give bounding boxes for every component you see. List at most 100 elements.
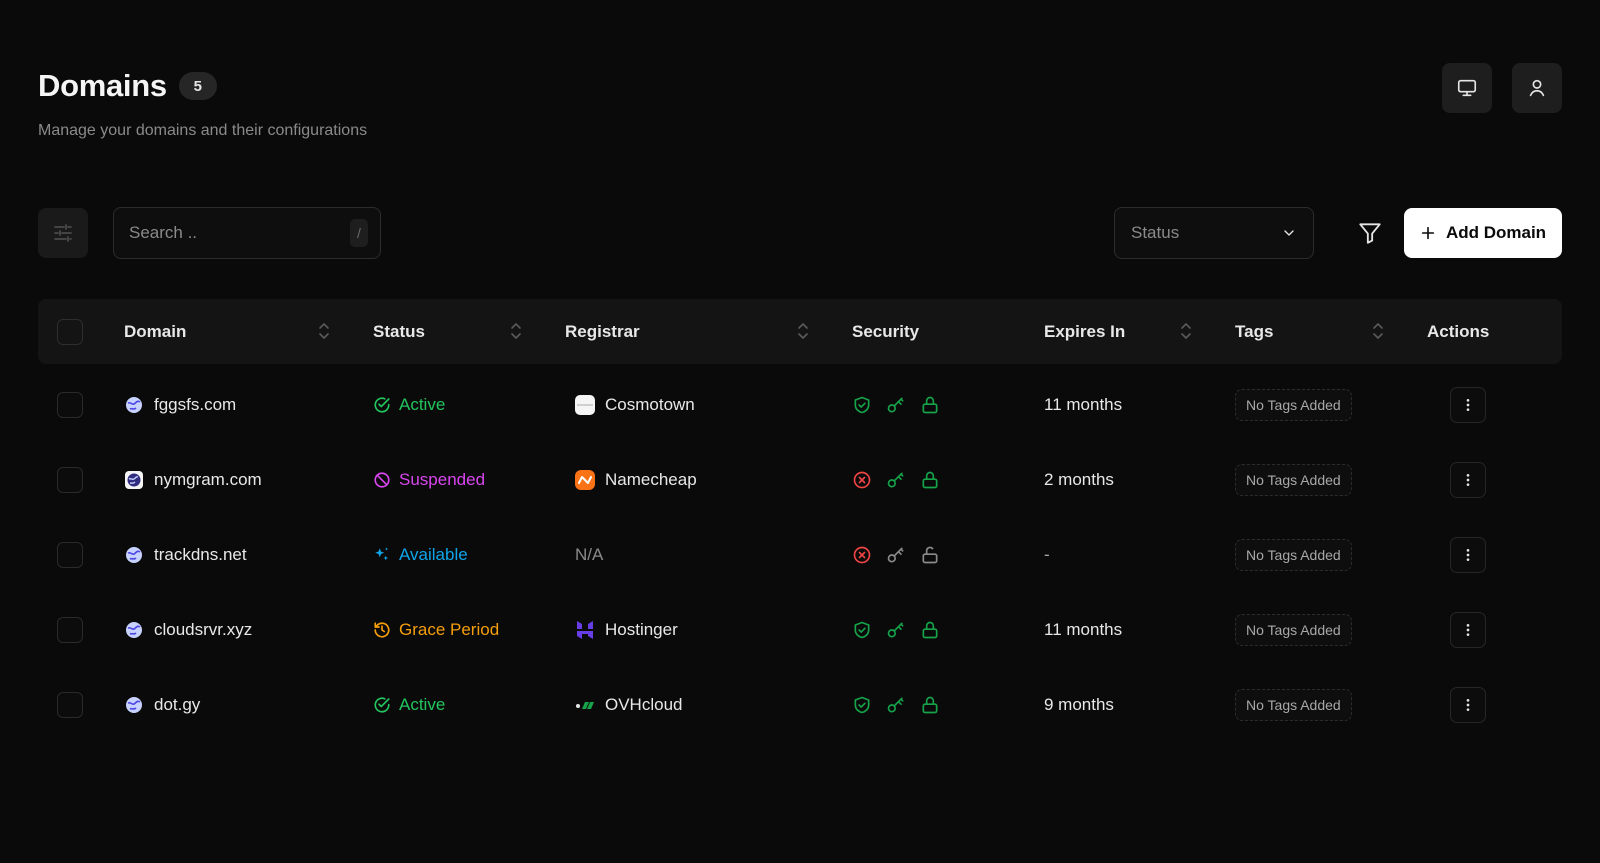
status-label: Active (399, 394, 446, 414)
more-vertical-icon (1466, 548, 1470, 561)
row-checkbox[interactable] (57, 616, 83, 643)
sort-icon[interactable] (1179, 321, 1193, 341)
more-vertical-icon (1466, 473, 1470, 486)
column-header-status[interactable]: Status (373, 299, 425, 364)
status-cell: Suspended (373, 442, 485, 517)
row-actions-button[interactable] (1450, 536, 1486, 573)
tags-pill[interactable]: No Tags Added (1235, 538, 1352, 571)
funnel-icon (1359, 223, 1381, 244)
actions-cell (1450, 517, 1486, 592)
lock-icon (922, 696, 938, 713)
select-all-checkbox[interactable] (57, 318, 83, 345)
globe-icon (124, 395, 144, 415)
view-settings-button[interactable] (38, 208, 88, 258)
filter-button[interactable] (1350, 213, 1390, 253)
registrar-cell: Hostinger (575, 592, 678, 667)
history-icon (373, 621, 391, 639)
namecheap-logo-icon (575, 469, 595, 490)
registrar-name: Cosmotown (605, 394, 695, 414)
domain-cell[interactable]: nymgram.com (124, 442, 262, 517)
check-circle-icon (373, 396, 391, 414)
tags-pill[interactable]: No Tags Added (1235, 613, 1352, 646)
domain-cell[interactable]: cloudsrvr.xyz (124, 592, 252, 667)
search-shortcut-hint: / (350, 219, 368, 247)
sliders-icon (54, 224, 72, 242)
domain-cell[interactable]: trackdns.net (124, 517, 247, 592)
registrar-name: Hostinger (605, 619, 678, 639)
key-icon (887, 622, 904, 637)
row-checkbox[interactable] (57, 466, 83, 493)
table-row: dot.gy Active OVHcloud 9 months No Tags … (38, 667, 1562, 742)
row-checkbox[interactable] (57, 391, 83, 418)
search-box: / (113, 207, 381, 259)
security-cell (852, 667, 940, 742)
actions-cell (1450, 442, 1486, 517)
registrar-cell: Namecheap (575, 442, 697, 517)
registrar-name: Namecheap (605, 469, 697, 489)
security-cell (852, 367, 940, 442)
actions-cell (1450, 592, 1486, 667)
expires-cell: - (1044, 544, 1050, 564)
monitor-button[interactable] (1442, 63, 1492, 113)
status-cell: Active (373, 667, 445, 742)
status-select[interactable]: Status (1114, 207, 1314, 259)
domain-cell[interactable]: dot.gy (124, 667, 200, 742)
expires-cell: 2 months (1044, 469, 1114, 489)
table-row: nymgram.com Suspended Namecheap 2 months… (38, 442, 1562, 517)
expires-cell: 9 months (1044, 694, 1114, 714)
ban-icon (373, 471, 391, 489)
search-input[interactable] (129, 223, 350, 243)
status-cell: Active (373, 367, 445, 442)
cosmotown-logo-icon (575, 394, 595, 415)
status-select-value: Status (1131, 223, 1180, 242)
tags-pill[interactable]: No Tags Added (1235, 688, 1352, 721)
page-title: Domains (38, 68, 167, 103)
toolbar: / Status Add Domain (38, 207, 1562, 259)
registrar-cell: OVHcloud (575, 667, 682, 742)
domains-table: Domain Status Registrar Security Expires… (38, 299, 1562, 742)
user-button[interactable] (1512, 63, 1562, 113)
column-header-tags[interactable]: Tags (1235, 299, 1273, 364)
registrar-cell: N/A (575, 517, 603, 592)
add-domain-button[interactable]: Add Domain (1404, 208, 1562, 258)
row-actions-button[interactable] (1450, 611, 1486, 648)
tags-cell: No Tags Added (1235, 367, 1352, 442)
row-actions-button[interactable] (1450, 686, 1486, 723)
tags-pill[interactable]: No Tags Added (1235, 463, 1352, 496)
sort-icon[interactable] (509, 321, 523, 341)
page-header: Domains 5 Manage your domains and their … (38, 68, 367, 140)
table-row: trackdns.net Available N/A - No Tags Add… (38, 517, 1562, 592)
tags-cell: No Tags Added (1235, 667, 1352, 742)
domain-name: nymgram.com (154, 469, 262, 489)
globe-icon (124, 470, 144, 490)
sort-icon[interactable] (796, 321, 810, 341)
sparkles-icon (373, 546, 391, 564)
select-all-cell (57, 299, 83, 364)
registrar-name: OVHcloud (605, 694, 683, 714)
sort-icon[interactable] (1371, 321, 1385, 341)
column-header-registrar[interactable]: Registrar (565, 299, 640, 364)
column-header-domain[interactable]: Domain (124, 299, 186, 364)
top-actions (1442, 63, 1562, 113)
status-cell: Available (373, 517, 468, 592)
x-circle-icon (853, 546, 871, 563)
ovhcloud-logo-icon (575, 695, 595, 715)
x-circle-icon (853, 471, 871, 488)
tags-pill[interactable]: No Tags Added (1235, 388, 1352, 421)
domain-name: cloudsrvr.xyz (154, 619, 253, 639)
more-vertical-icon (1466, 398, 1470, 411)
key-icon (887, 697, 904, 712)
status-label: Available (399, 544, 468, 564)
add-domain-label: Add Domain (1445, 223, 1547, 242)
domain-cell[interactable]: fggsfs.com (124, 367, 236, 442)
actions-cell (1450, 667, 1486, 742)
lock-icon (922, 621, 938, 638)
row-checkbox[interactable] (57, 541, 83, 568)
domain-name: dot.gy (154, 694, 201, 714)
sort-icon[interactable] (317, 321, 331, 341)
row-checkbox[interactable] (57, 691, 83, 718)
row-actions-button[interactable] (1450, 386, 1486, 423)
column-header-expires[interactable]: Expires In (1044, 299, 1125, 364)
lock-icon (922, 471, 938, 488)
row-actions-button[interactable] (1450, 461, 1486, 498)
